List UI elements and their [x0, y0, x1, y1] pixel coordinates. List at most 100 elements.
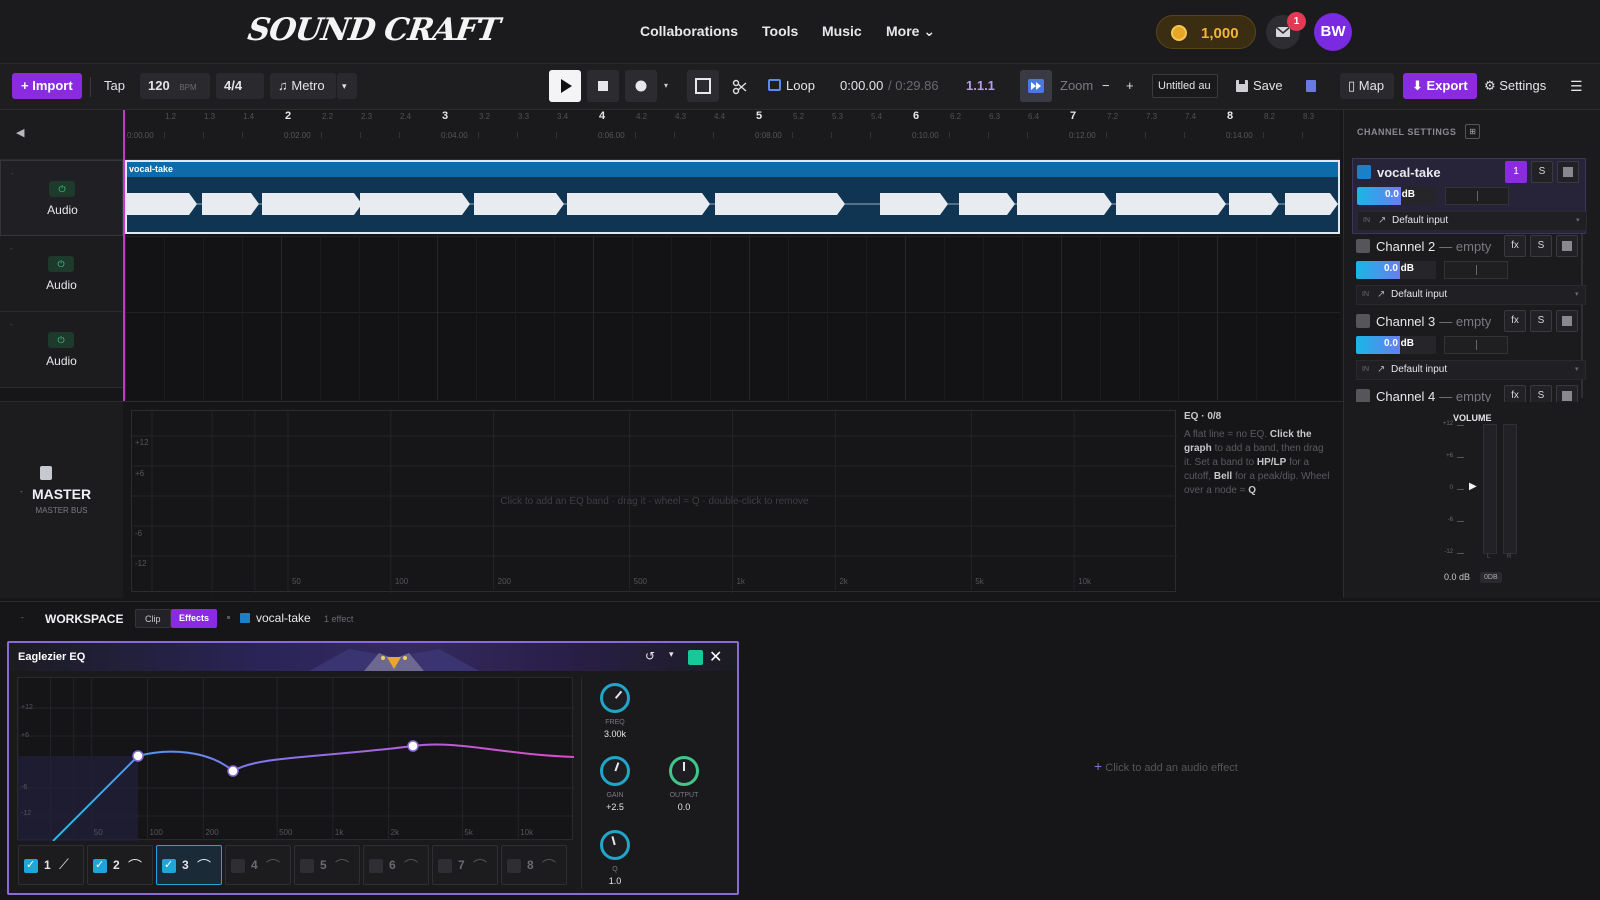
band-checkbox[interactable]	[231, 859, 245, 873]
project-name-input[interactable]	[1152, 74, 1218, 98]
channel-row[interactable]: Channel 3— empty fx S 0.0 dB IN ↗ Default inpu…	[1352, 308, 1586, 384]
channel-mute-button[interactable]	[1556, 385, 1578, 402]
channel-pan-slider[interactable]	[1444, 261, 1508, 279]
loop-checkbox-icon[interactable]	[768, 79, 781, 91]
channel-input-select[interactable]: IN ↗ Default input ▾	[1357, 211, 1587, 231]
channel-solo-button[interactable]: S	[1530, 235, 1552, 257]
knob-q[interactable]	[600, 830, 630, 860]
tab-effects[interactable]: Effects	[171, 609, 218, 628]
track-handle[interactable]: -	[11, 169, 14, 178]
loop-button[interactable]: Loop	[786, 73, 815, 99]
user-avatar[interactable]: BW	[1314, 13, 1352, 51]
track-power-button[interactable]: ⏻	[49, 181, 75, 197]
zoom-out-button[interactable]: −	[1102, 73, 1110, 99]
tap-tempo-button[interactable]: Tap	[104, 73, 125, 99]
eq-band-node[interactable]	[132, 750, 144, 762]
channel-pan-slider[interactable]	[1444, 336, 1508, 354]
master-track-header[interactable]: - MASTER MASTER BUS	[0, 402, 123, 598]
time-signature-select[interactable]: 4/4 ⌄	[216, 73, 264, 119]
channel-name[interactable]: Channel 3— empty	[1376, 314, 1491, 329]
track-handle[interactable]: -	[10, 244, 13, 253]
band-checkbox[interactable]: ✓	[93, 859, 107, 873]
split-button[interactable]	[732, 79, 748, 98]
menu-icon[interactable]: ☰	[1570, 73, 1583, 99]
track-power-button[interactable]: ⏻	[48, 256, 74, 272]
coin-balance[interactable]: 1,000	[1156, 15, 1256, 49]
nav-music[interactable]: Music	[822, 23, 862, 39]
metronome-menu-caret[interactable]: ▾	[337, 73, 357, 99]
band-checkbox[interactable]	[369, 859, 383, 873]
channel-mute-button[interactable]	[1556, 310, 1578, 332]
zoom-in-button[interactable]: +	[1126, 73, 1134, 99]
knob-freq[interactable]	[600, 683, 630, 713]
stop-button[interactable]	[587, 70, 619, 102]
eq-band-2[interactable]: ✓ 2 ⌒	[87, 845, 153, 885]
channel-mute-button[interactable]	[1557, 161, 1579, 183]
reset-icon[interactable]: ↺	[645, 649, 655, 663]
plugin-eq-graph[interactable]: +12 +6 -6 -12 50 100 200 500 1k 2k 5k 10k	[17, 677, 575, 842]
channel-fx-button[interactable]: 1	[1505, 161, 1527, 183]
channel-settings-grid-icon[interactable]: ⊞	[1465, 124, 1480, 139]
knob-output[interactable]	[669, 756, 699, 786]
eq-band-4[interactable]: 4 ⌒	[225, 845, 291, 885]
channel-name[interactable]: Channel 2— empty	[1376, 239, 1491, 254]
select-tool-button[interactable]	[687, 70, 719, 102]
band-checkbox[interactable]: ✓	[24, 859, 38, 873]
band-checkbox[interactable]	[300, 859, 314, 873]
channel-name[interactable]: vocal-take	[1377, 165, 1445, 180]
channel-name[interactable]: Channel 4— empty	[1376, 389, 1491, 402]
channel-volume-slider[interactable]: 0.0 dB	[1357, 187, 1437, 205]
bypass-toggle[interactable]	[688, 650, 703, 665]
channel-row[interactable]: vocal-take 1 S 0.0 dB IN ↗ Default input ▾	[1352, 158, 1587, 234]
import-button[interactable]: + Import	[12, 73, 82, 99]
master-eq-graph[interactable]: Click to add an EQ band · drag it · whee…	[131, 410, 1177, 593]
record-button[interactable]	[625, 70, 657, 102]
eq-band-1[interactable]: ✓ 1 ⟋	[18, 845, 84, 885]
volume-fader-handle[interactable]: ▶	[1469, 481, 1477, 492]
collapse-arrow-icon[interactable]: ◀	[16, 126, 24, 139]
channel-fx-button[interactable]: fx	[1504, 235, 1526, 257]
eq-band-5[interactable]: 5 ⌒	[294, 845, 360, 885]
nav-more[interactable]: More ⌄	[886, 23, 935, 40]
eq-band-node[interactable]	[407, 740, 419, 752]
clip-header[interactable]: vocal-take	[127, 162, 1338, 177]
band-checkbox[interactable]	[507, 859, 521, 873]
track-lanes[interactable]: vocal-take	[125, 160, 1340, 400]
channel-pan-slider[interactable]	[1445, 187, 1509, 205]
add-effect-button[interactable]: + Click to add an audio effect	[1094, 758, 1238, 774]
channel-solo-button[interactable]: S	[1530, 310, 1552, 332]
close-icon[interactable]: ✕	[709, 647, 722, 667]
eq-band-8[interactable]: 8 ⌒	[501, 845, 567, 885]
channel-solo-button[interactable]: S	[1531, 161, 1553, 183]
settings-button[interactable]: ⚙ Settings	[1484, 73, 1546, 99]
volume-reset-button[interactable]: 0DB	[1480, 572, 1502, 583]
channel-input-select[interactable]: IN ↗ Default input ▾	[1356, 360, 1586, 380]
nav-tools[interactable]: Tools	[762, 23, 798, 39]
channel-fx-button[interactable]: fx	[1504, 385, 1526, 402]
clipboard-icon[interactable]	[1306, 80, 1316, 92]
channel-volume-slider[interactable]: 0.0 dB	[1356, 261, 1436, 279]
app-logo[interactable]: SOUND CRAFT	[245, 12, 501, 48]
eq-band-7[interactable]: 7 ⌒	[432, 845, 498, 885]
track-header-1[interactable]: - ⏻ Audio	[0, 160, 123, 236]
band-checkbox[interactable]: ✓	[162, 859, 176, 873]
channel-row[interactable]: Channel 4— empty fx S	[1352, 383, 1586, 402]
nav-collaborations[interactable]: Collaborations	[640, 23, 738, 39]
knob-gain[interactable]	[600, 756, 630, 786]
track-handle[interactable]: -	[10, 320, 13, 329]
track-power-button[interactable]: ⏻	[48, 332, 74, 348]
track-header-2[interactable]: - ⏻ Audio	[0, 236, 123, 312]
tab-clip[interactable]: Clip	[135, 609, 171, 628]
eq-band-6[interactable]: 6 ⌒	[363, 845, 429, 885]
timeline-ruler[interactable]: 0:00.00 1.2 1.3 1.4 2 0:02.00 2.2 2.3 2.4 3 0:04.0…	[125, 110, 1340, 160]
eq-band-3[interactable]: ✓ 3 ⌒	[156, 845, 222, 885]
bpm-field[interactable]: 120 BPM	[140, 73, 210, 99]
channel-volume-slider[interactable]: 0.0 dB	[1356, 336, 1436, 354]
follow-playhead-button[interactable]	[1020, 70, 1052, 102]
channel-mute-button[interactable]	[1556, 235, 1578, 257]
record-menu-caret[interactable]: ▾	[664, 81, 668, 90]
map-button[interactable]: ▯ Map	[1340, 73, 1394, 99]
channel-fx-button[interactable]: fx	[1504, 310, 1526, 332]
metronome-button[interactable]: ♫ Metro	[270, 73, 336, 99]
collapse-icon[interactable]: -	[21, 613, 24, 622]
